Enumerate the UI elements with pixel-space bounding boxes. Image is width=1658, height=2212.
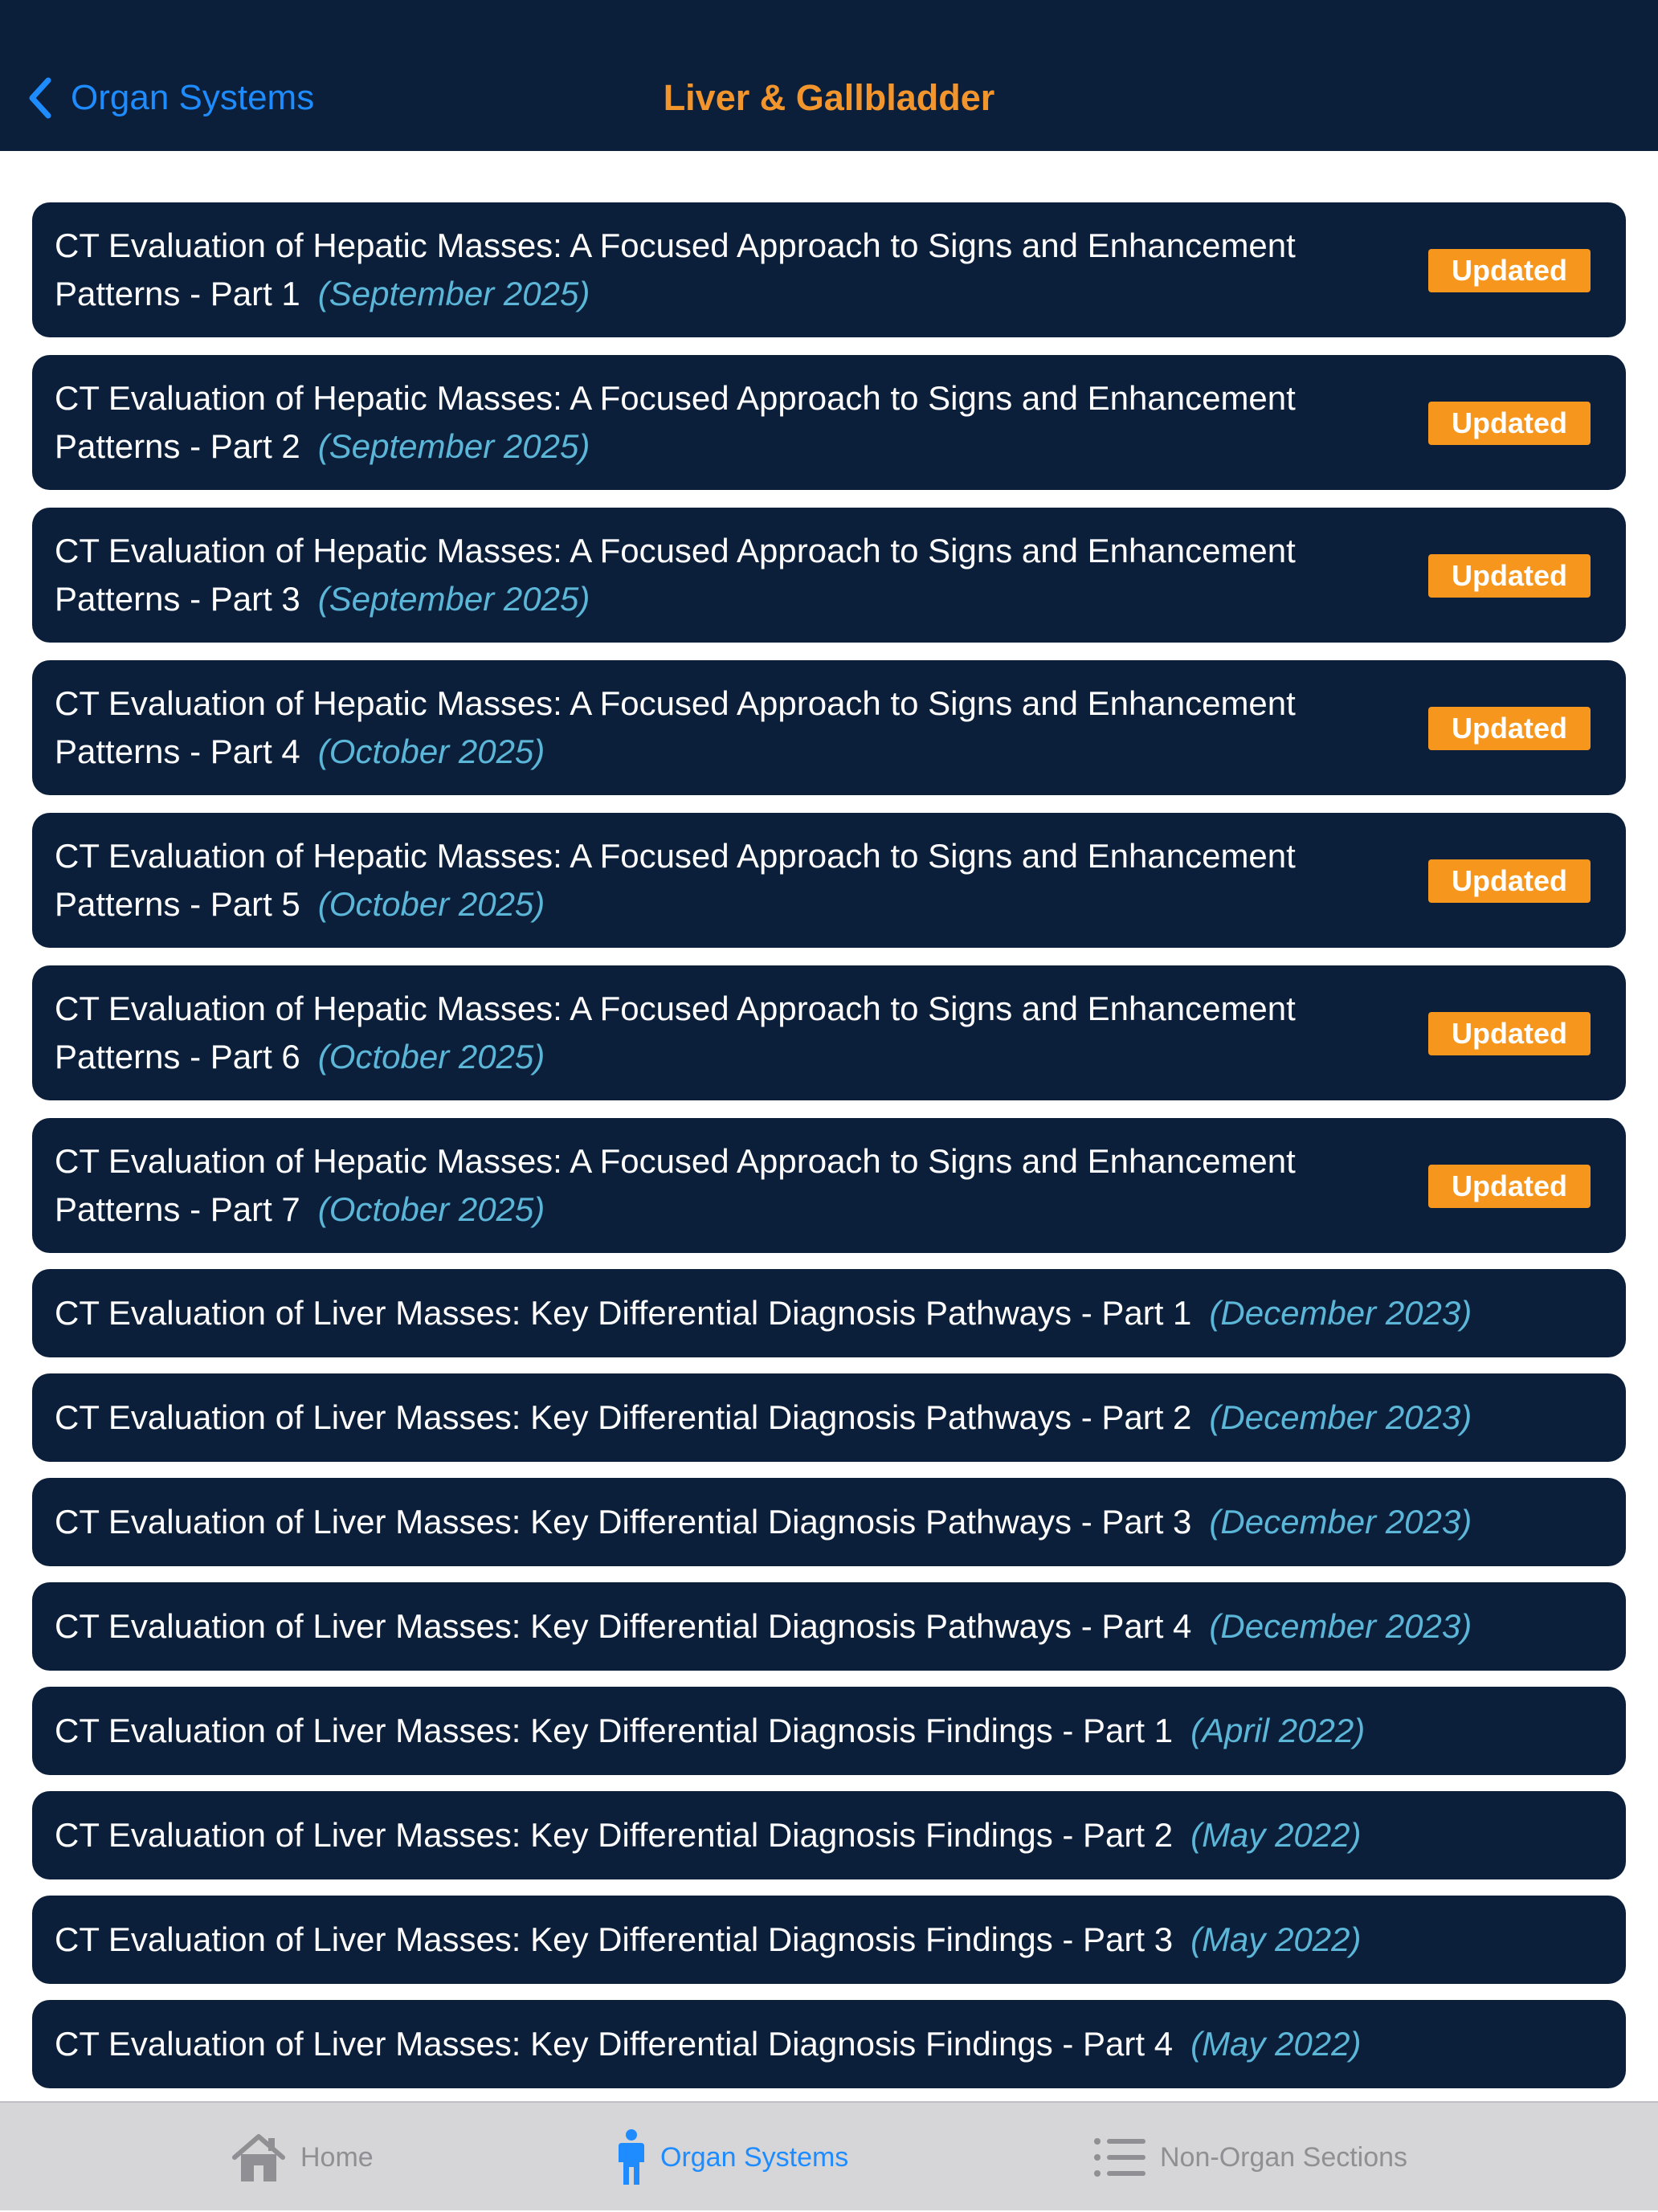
list-item[interactable]: CT Evaluation of Hepatic Masses: A Focus… (32, 355, 1626, 490)
item-date: (December 2023) (1209, 1607, 1472, 1645)
item-date: (October 2025) (317, 885, 545, 923)
item-title: CT Evaluation of Hepatic Masses: A Focus… (55, 227, 1296, 312)
item-title: CT Evaluation of Liver Masses: Key Diffe… (55, 1712, 1174, 1749)
page-title: Liver & Gallbladder (663, 77, 995, 118)
updated-badge: Updated (1428, 249, 1591, 292)
item-title: CT Evaluation of Liver Masses: Key Diffe… (55, 1398, 1192, 1436)
item-title: CT Evaluation of Hepatic Masses: A Focus… (55, 379, 1296, 465)
house-icon (232, 2134, 285, 2181)
list-item[interactable]: CT Evaluation of Hepatic Masses: A Focus… (32, 813, 1626, 948)
item-date: (October 2025) (317, 1038, 545, 1075)
tab-bar: Home Organ Systems Non-Organ Sections (0, 2101, 1658, 2210)
item-title: CT Evaluation of Liver Masses: Key Diffe… (55, 2025, 1174, 2063)
person-icon (619, 2129, 644, 2185)
updated-badge: Updated (1428, 859, 1591, 903)
updated-badge: Updated (1428, 1012, 1591, 1055)
list-item[interactable]: CT Evaluation of Liver Masses: Key Diffe… (32, 1478, 1626, 1566)
list-item[interactable]: CT Evaluation of Hepatic Masses: A Focus… (32, 965, 1626, 1100)
item-title: CT Evaluation of Hepatic Masses: A Focus… (55, 990, 1296, 1075)
updated-badge: Updated (1428, 707, 1591, 750)
list-item[interactable]: CT Evaluation of Hepatic Masses: A Focus… (32, 1118, 1626, 1253)
item-title: CT Evaluation of Liver Masses: Key Diffe… (55, 1920, 1174, 1958)
tab-organ-systems[interactable]: Organ Systems (615, 2103, 848, 2212)
item-title: CT Evaluation of Liver Masses: Key Diffe… (55, 1816, 1174, 1854)
item-date: (May 2022) (1190, 1816, 1362, 1854)
tab-home-label: Home (300, 2141, 374, 2173)
item-date: (May 2022) (1190, 1920, 1362, 1958)
item-date: (April 2022) (1190, 1712, 1366, 1749)
tab-home[interactable]: Home (230, 2103, 374, 2212)
list-item[interactable]: CT Evaluation of Liver Masses: Key Diffe… (32, 1373, 1626, 1462)
updated-badge: Updated (1428, 402, 1591, 445)
list-item[interactable]: CT Evaluation of Hepatic Masses: A Focus… (32, 202, 1626, 337)
tab-organ-systems-label: Organ Systems (660, 2141, 849, 2173)
item-date: (December 2023) (1209, 1503, 1472, 1541)
item-date: (September 2025) (317, 275, 590, 312)
list-item[interactable]: CT Evaluation of Hepatic Masses: A Focus… (32, 508, 1626, 643)
item-date: (September 2025) (317, 580, 590, 618)
item-date: (December 2023) (1209, 1294, 1472, 1332)
list-item[interactable]: CT Evaluation of Liver Masses: Key Diffe… (32, 1687, 1626, 1775)
item-date: (October 2025) (317, 733, 545, 770)
list-item[interactable]: CT Evaluation of Liver Masses: Key Diffe… (32, 1791, 1626, 1879)
item-date: (October 2025) (317, 1190, 545, 1228)
item-title: CT Evaluation of Liver Masses: Key Diffe… (55, 1503, 1192, 1541)
item-date: (May 2022) (1190, 2025, 1362, 2063)
navigation-bar: Organ Systems Liver & Gallbladder (0, 0, 1658, 151)
list-item[interactable]: CT Evaluation of Liver Masses: Key Diffe… (32, 1896, 1626, 1984)
list-item[interactable]: CT Evaluation of Liver Masses: Key Diffe… (32, 2000, 1626, 2088)
item-title: CT Evaluation of Hepatic Masses: A Focus… (55, 837, 1296, 923)
list-item[interactable]: CT Evaluation of Liver Masses: Key Diffe… (32, 1269, 1626, 1357)
list-item[interactable]: CT Evaluation of Liver Masses: Key Diffe… (32, 1582, 1626, 1671)
item-date: (September 2025) (317, 427, 590, 465)
item-title: CT Evaluation of Liver Masses: Key Diffe… (55, 1607, 1192, 1645)
tab-non-organ-sections-label: Non-Organ Sections (1160, 2141, 1408, 2173)
item-title: CT Evaluation of Liver Masses: Key Diffe… (55, 1294, 1192, 1332)
item-title: CT Evaluation of Hepatic Masses: A Focus… (55, 684, 1296, 770)
list-item[interactable]: CT Evaluation of Hepatic Masses: A Focus… (32, 660, 1626, 795)
item-title: CT Evaluation of Hepatic Masses: A Focus… (55, 1142, 1296, 1228)
item-title: CT Evaluation of Hepatic Masses: A Focus… (55, 532, 1296, 618)
updated-badge: Updated (1428, 554, 1591, 598)
tab-non-organ-sections[interactable]: Non-Organ Sections (1092, 2103, 1407, 2212)
list-icon (1094, 2138, 1145, 2177)
item-date: (December 2023) (1209, 1398, 1472, 1436)
updated-badge: Updated (1428, 1165, 1591, 1208)
